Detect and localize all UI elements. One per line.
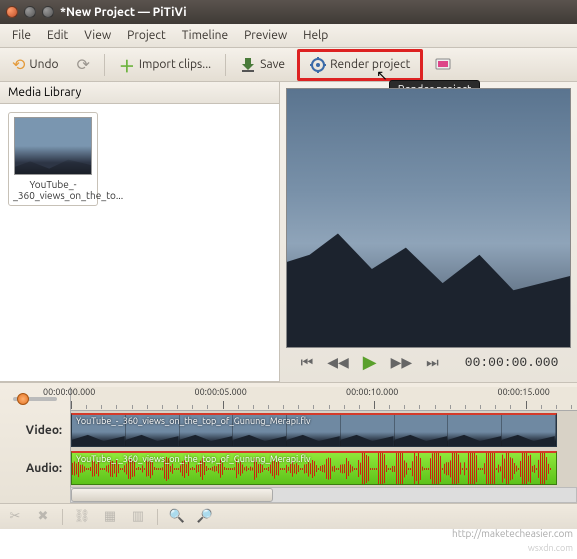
- clip-name: YouTube_-_360_views_on_the_to...: [13, 179, 93, 201]
- undo-icon: ⟲: [12, 55, 25, 74]
- playback-controls: ⏮ ◀◀ ▶ ▶▶ ⏭ 00:00:00.000: [286, 348, 571, 376]
- import-clips-button[interactable]: ＋ Import clips...: [113, 49, 217, 81]
- media-library-header: Media Library: [0, 82, 279, 104]
- menu-preview[interactable]: Preview: [236, 26, 295, 45]
- window-title: *New Project — PiTiVi: [60, 6, 187, 19]
- step-back-button[interactable]: ◀◀: [325, 354, 351, 371]
- menu-timeline[interactable]: Timeline: [174, 26, 236, 45]
- fullscreen-button[interactable]: [429, 54, 457, 76]
- delete-icon: ✖: [34, 508, 52, 526]
- menubar: File Edit View Project Timeline Preview …: [0, 24, 577, 48]
- menu-help[interactable]: Help: [295, 26, 336, 45]
- cursor-icon: ↖: [376, 67, 388, 84]
- save-icon: [240, 57, 256, 73]
- window-minimize-button[interactable]: [24, 6, 36, 18]
- scrollbar-thumb[interactable]: [71, 488, 273, 502]
- clip-thumbnail: [14, 117, 92, 175]
- window-maximize-button[interactable]: [42, 6, 54, 18]
- menu-file[interactable]: File: [4, 26, 39, 45]
- redo-icon: ⟳: [77, 55, 90, 74]
- audio-track-label: Audio:: [0, 449, 70, 487]
- window-close-button[interactable]: [6, 6, 18, 18]
- video-track[interactable]: YouTube_-_360_views_on_the_top_of_Gunung…: [70, 411, 577, 449]
- audio-clip[interactable]: YouTube_-_360_views_on_the_top_of_Gunung…: [71, 451, 557, 485]
- timeline-scrollbar[interactable]: [0, 487, 577, 503]
- cut-icon: ✂: [6, 508, 24, 526]
- video-clip[interactable]: YouTube_-_360_views_on_the_top_of_Gunung…: [71, 413, 557, 447]
- group-icon: ▦: [101, 508, 119, 526]
- undo-label: Undo: [29, 58, 58, 71]
- zoom-slider[interactable]: [0, 397, 70, 401]
- watermark-small: wsxdn.com: [528, 543, 573, 553]
- ungroup-icon: ▥: [129, 508, 147, 526]
- toolbar-separator: [104, 54, 105, 76]
- play-button[interactable]: ▶: [361, 352, 379, 373]
- video-track-label: Video:: [0, 411, 70, 449]
- plus-icon: ＋: [119, 53, 135, 77]
- menu-project[interactable]: Project: [119, 26, 174, 45]
- zoom-in-icon[interactable]: 🔍: [168, 508, 186, 526]
- unlink-icon: ⛓: [73, 508, 91, 526]
- undo-button[interactable]: ⟲ Undo: [6, 51, 65, 78]
- toolbar-separator: [225, 54, 226, 76]
- render-highlight-box: Render project ↖ Render project: [297, 49, 423, 81]
- import-label: Import clips...: [139, 58, 211, 71]
- watermark: http://maketecheasier.com: [452, 528, 573, 539]
- redo-button: ⟳: [71, 51, 96, 78]
- gear-icon: [310, 57, 326, 73]
- goto-start-button[interactable]: ⏮: [299, 354, 316, 371]
- save-label: Save: [260, 58, 285, 71]
- audio-clip-label: YouTube_-_360_views_on_the_top_of_Gunung…: [76, 454, 311, 464]
- screen-icon: [435, 58, 451, 72]
- library-clip[interactable]: YouTube_-_360_views_on_the_to...: [8, 112, 98, 206]
- goto-end-button[interactable]: ⏭: [424, 354, 441, 371]
- timeline-ruler[interactable]: 00:00:00.00000:00:05.00000:00:10.00000:0…: [70, 387, 577, 411]
- menu-edit[interactable]: Edit: [39, 26, 76, 45]
- toolbar: ⟲ Undo ⟳ ＋ Import clips... Save Render p…: [0, 48, 577, 82]
- zoom-thumb[interactable]: [17, 393, 29, 405]
- preview-viewport[interactable]: [286, 88, 571, 348]
- media-library-body[interactable]: YouTube_-_360_views_on_the_to...: [0, 104, 279, 382]
- video-clip-label: YouTube_-_360_views_on_the_top_of_Gunung…: [76, 416, 311, 426]
- render-label: Render project: [330, 58, 410, 71]
- media-library-panel: Media Library YouTube_-_360_views_on_the…: [0, 82, 280, 382]
- zoom-out-icon[interactable]: 🔎: [196, 508, 214, 526]
- preview-timecode: 00:00:00.000: [465, 355, 559, 370]
- render-project-button[interactable]: Render project: [304, 53, 416, 77]
- window-titlebar: *New Project — PiTiVi: [0, 0, 577, 24]
- preview-panel: ⏮ ◀◀ ▶ ▶▶ ⏭ 00:00:00.000: [280, 82, 577, 382]
- timeline-panel: 00:00:00.00000:00:05.00000:00:10.00000:0…: [0, 382, 577, 503]
- menu-view[interactable]: View: [76, 26, 119, 45]
- audio-track[interactable]: YouTube_-_360_views_on_the_top_of_Gunung…: [70, 449, 577, 487]
- step-forward-button[interactable]: ▶▶: [389, 354, 415, 371]
- statusbar: ✂ ✖ ⛓ ▦ ▥ 🔍 🔎: [0, 503, 577, 529]
- save-button[interactable]: Save: [234, 53, 291, 77]
